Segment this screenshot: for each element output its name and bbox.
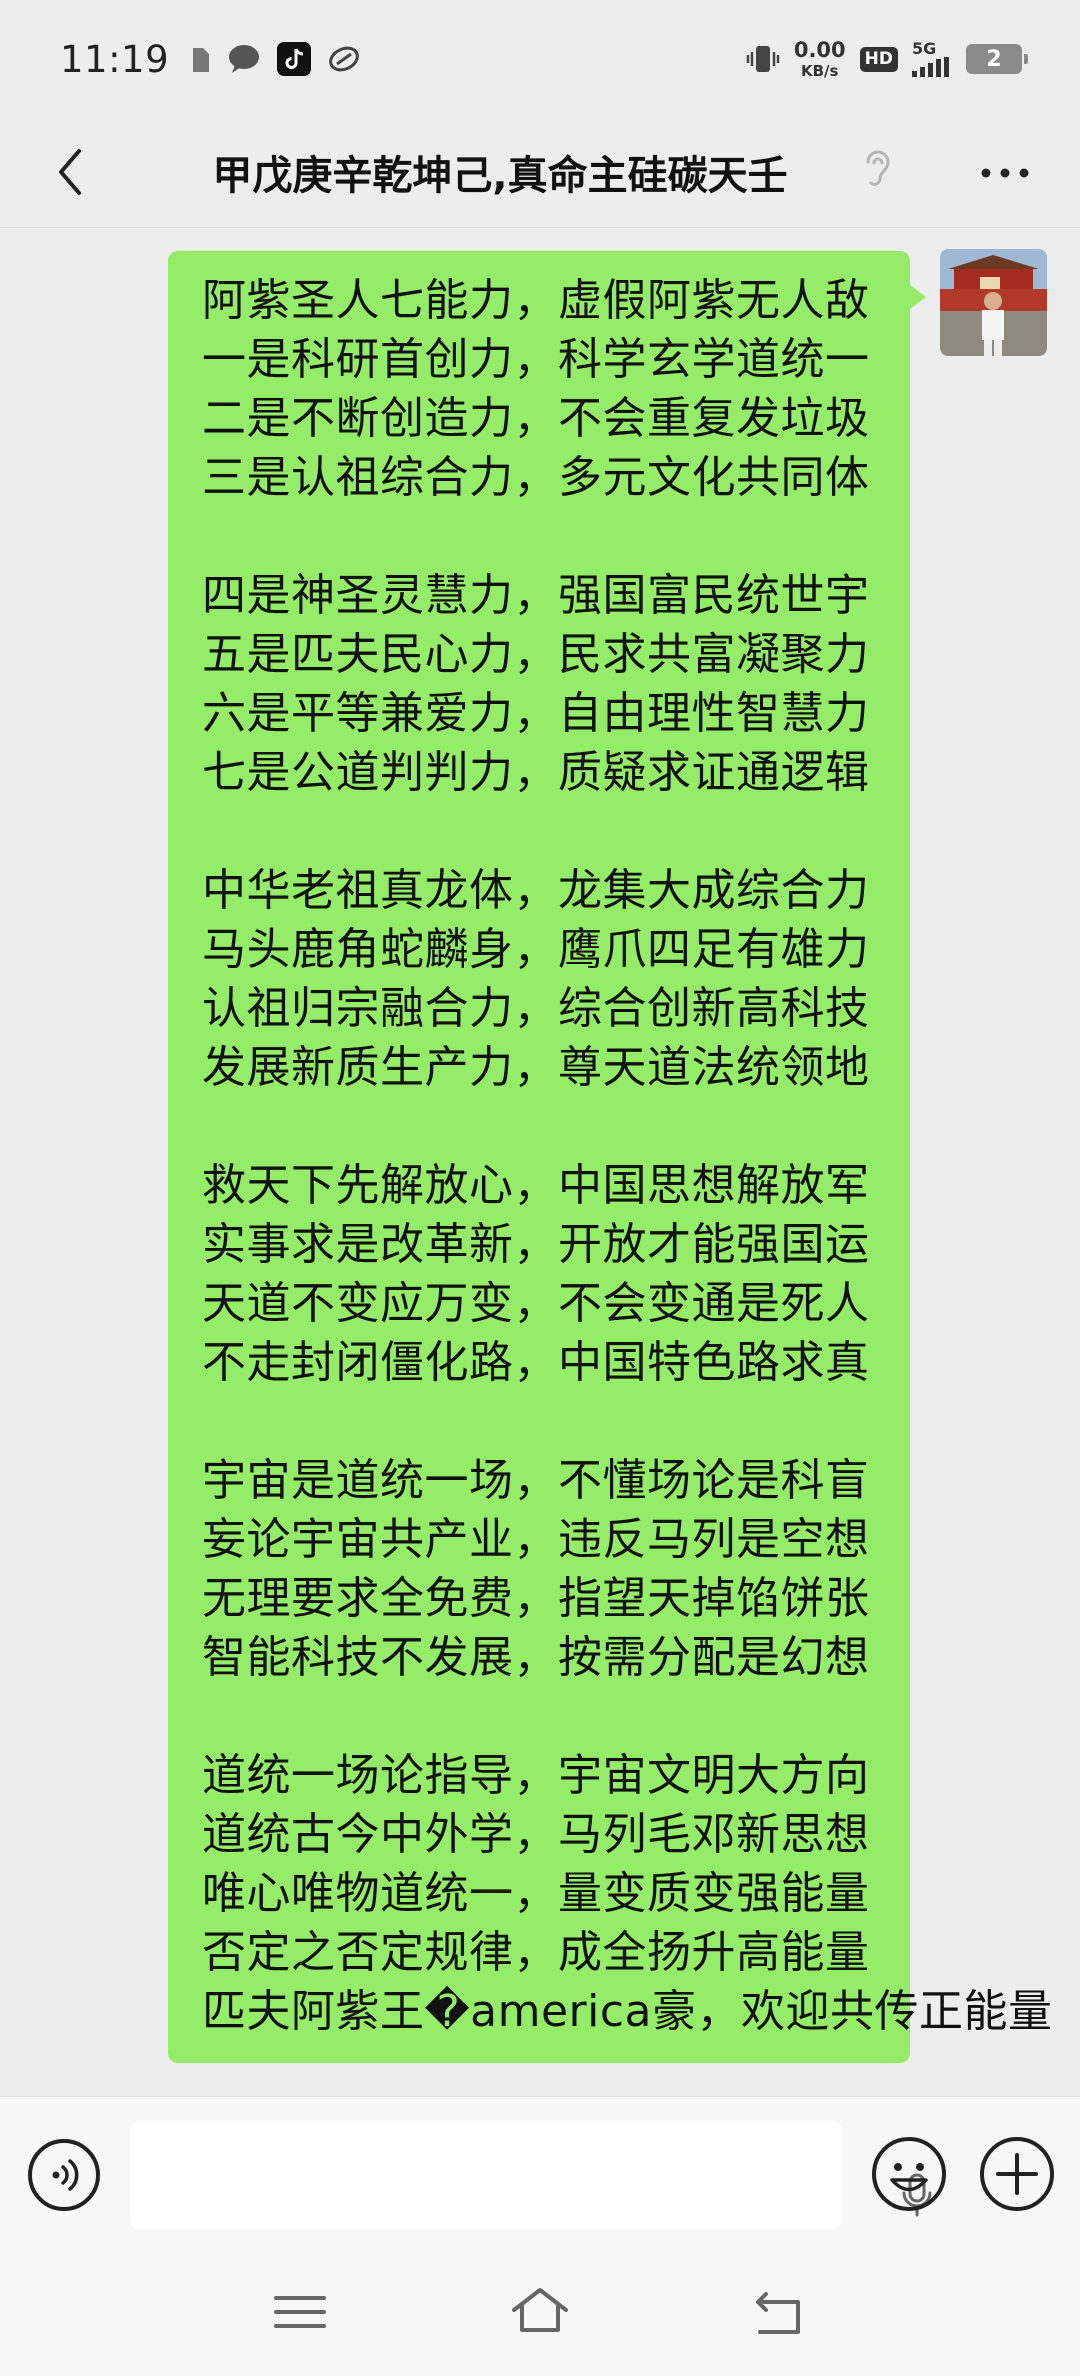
- signal-bars-icon: [912, 57, 949, 77]
- message-stanza: 中华老祖真龙体，龙集大成综合力 马头鹿角蛇麟身，鹰爪四足有雄力 认祖归宗融合力，综合…: [202, 861, 880, 1097]
- home-button[interactable]: [508, 2284, 572, 2338]
- network-type-label: 5G: [912, 39, 937, 58]
- message-line: 救天下先解放心，中国思想解放军: [202, 1160, 870, 1211]
- message-input[interactable]: [130, 2121, 932, 2229]
- message-line: 道统一场论指导，宇宙文明大方向: [202, 1750, 870, 1801]
- input-bar: [0, 2096, 1080, 2250]
- network-speed-unit: KB/s: [801, 61, 839, 80]
- more-button[interactable]: [970, 148, 1040, 198]
- message-line: 宇宙是道统一场，不懂场论是科盲: [202, 1455, 870, 1506]
- back-button[interactable]: [40, 142, 100, 202]
- message-line: 认祖归宗融合力，综合创新高科技: [202, 983, 870, 1034]
- message-line: 五是匹夫民心力，民求共富凝聚力: [202, 629, 870, 680]
- hd-badge: HD: [859, 46, 898, 72]
- more-icon: [981, 168, 1029, 178]
- avatar[interactable]: [940, 249, 1047, 356]
- link-icon: [329, 46, 360, 72]
- chat-header: 甲戊庚辛乾坤己,真命主硅碳天壬: [0, 118, 1080, 228]
- network-speed-value: 0.00: [793, 37, 846, 62]
- message-line: 发展新质生产力，尊天道法统领地: [202, 1042, 870, 1093]
- message-line: 三是认祖综合力，多元文化共同体: [202, 452, 870, 503]
- chat-title: 甲戊庚辛乾坤己,真命主硅碳天壬: [212, 153, 788, 199]
- message-list[interactable]: 阿紫圣人七能力，虚假阿紫无人敌 一是科研首创力，科学玄学道统一 二是不断创造力，不会…: [0, 229, 1080, 2095]
- message-line: 七是公道判判力，质疑求证通逻辑: [202, 747, 870, 798]
- message-line: 阿紫圣人七能力，虚假阿紫无人敌: [202, 275, 870, 326]
- network-speed: 0.00 KB/s: [793, 37, 846, 80]
- message-line: 六是平等兼爱力，自由理性智慧力: [202, 688, 870, 739]
- status-notification-icons: [191, 42, 361, 76]
- message-line: 天道不变应万变，不会变通是死人: [202, 1278, 870, 1329]
- message-line: 四是神圣灵慧力，强国富民统世宇: [202, 570, 870, 621]
- ear-icon: [866, 150, 890, 186]
- vibrate-icon: [746, 46, 780, 72]
- message-line: 匹夫阿紫王�america豪，欢迎共传正能量: [202, 1986, 1053, 2037]
- recent-apps-button[interactable]: [270, 2290, 330, 2334]
- sim-card-icon: [193, 48, 210, 72]
- message-line: 智能科技不发展，按需分配是幻想: [202, 1632, 870, 1683]
- message-bubble[interactable]: 阿紫圣人七能力，虚假阿紫无人敌 一是科研首创力，科学玄学道统一 二是不断创造力，不会…: [168, 251, 1053, 2063]
- tiktok-icon: [277, 42, 312, 76]
- message-line: 不走封闭僵化路，中国特色路求真: [202, 1337, 870, 1388]
- status-bar: 11:19 0.00 KB/s HD 5G 2: [0, 0, 1080, 118]
- message-line: 否定之否定规律，成全扬升高能量: [202, 1927, 870, 1978]
- message-line: 马头鹿角蛇麟身，鹰爪四足有雄力: [202, 924, 870, 975]
- message-stanza: 救天下先解放心，中国思想解放军 实事求是改革新，开放才能强国运 天道不变应万变，不会…: [202, 1156, 880, 1392]
- battery-level: 2: [986, 46, 1002, 72]
- status-system-icons: 0.00 KB/s HD 5G 2: [746, 37, 1028, 80]
- message-line: 唯心唯物道统一，量变质变强能量: [202, 1868, 870, 1919]
- message-stanza: 阿紫圣人七能力，虚假阿紫无人敌 一是科研首创力，科学玄学道统一 二是不断创造力，不会…: [202, 271, 880, 507]
- status-time: 11:19: [60, 37, 170, 81]
- cellular-signal: 5G: [912, 41, 952, 77]
- message-line: 二是不断创造力，不会重复发垃圾: [202, 393, 870, 444]
- system-navigation-bar: [0, 2250, 1080, 2376]
- back-nav-button[interactable]: [752, 2288, 808, 2338]
- battery-indicator: 2: [966, 44, 1028, 74]
- more-functions-button[interactable]: [978, 2135, 1056, 2213]
- emoji-button[interactable]: [870, 2135, 948, 2213]
- message-line: 妄论宇宙共产业，违反马列是空想: [202, 1514, 870, 1565]
- message-line: 道统古今中外学，马列毛邓新思想: [202, 1809, 870, 1860]
- message-line: 一是科研首创力，科学玄学道统一: [202, 334, 870, 385]
- message-line: 无理要求全免费，指望天掉馅饼张: [202, 1573, 870, 1624]
- message-stanza: 宇宙是道统一场，不懂场论是科盲 妄论宇宙共产业，违反马列是空想 无理要求全免费，指望…: [202, 1451, 880, 1687]
- avatar-photo: [940, 249, 1047, 356]
- back-arrow-icon: [59, 149, 81, 195]
- chat-bubble-icon: [229, 45, 260, 73]
- voice-input-button[interactable]: [26, 2137, 102, 2213]
- message-stanza: 四是神圣灵慧力，强国富民统世宇 五是匹夫民心力，民求共富凝聚力 六是平等兼爱力，自由…: [202, 566, 880, 802]
- message-stanza: 道统一场论指导，宇宙文明大方向 道统古今中外学，马列毛邓新思想 唯心唯物道统一，量变…: [202, 1746, 1053, 2041]
- message-line: 实事求是改革新，开放才能强国运: [202, 1219, 870, 1270]
- message-line: 中华老祖真龙体，龙集大成综合力: [202, 865, 870, 916]
